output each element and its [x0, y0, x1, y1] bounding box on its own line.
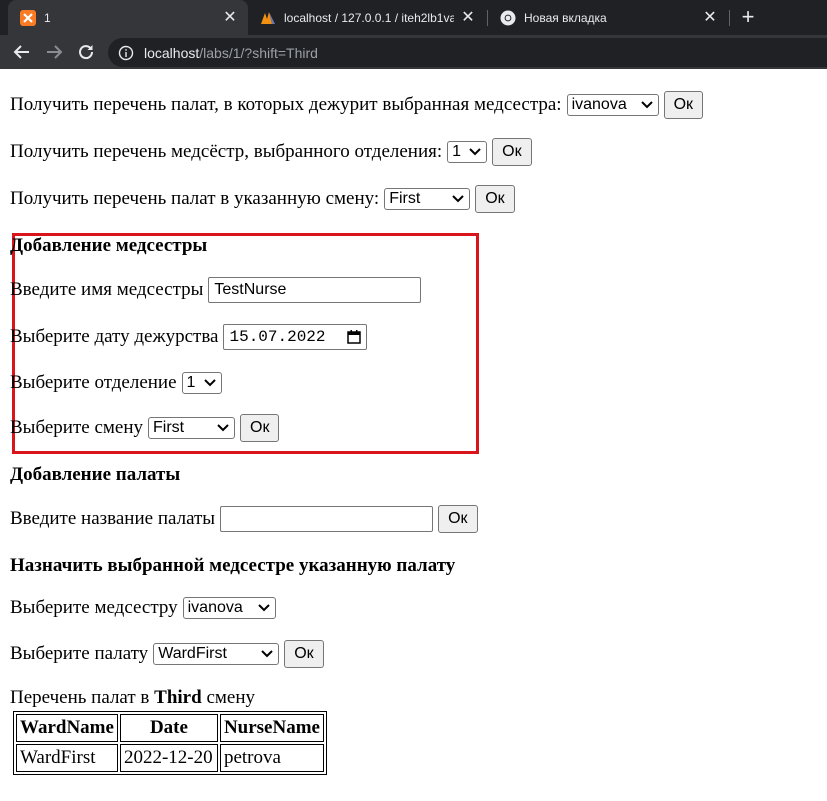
assign-ward-select[interactable]: WardFirst [153, 643, 280, 665]
column-header: NurseName [219, 714, 324, 742]
result-caption-prefix: Перечень палат в [10, 687, 150, 708]
shift-select-value: First [389, 190, 421, 207]
back-button[interactable] [10, 40, 34, 64]
ward-name-label: Введите название палаты [10, 508, 216, 529]
tab-title: Новая вкладка [524, 10, 607, 25]
chevron-down-icon [640, 101, 653, 109]
result-caption-suffix: смену [206, 687, 255, 708]
wards-by-shift-label: Получить перечень палат в указанную смен… [10, 188, 380, 209]
url-text: localhost/labs/1/?shift=Third [144, 45, 318, 61]
assign-ward-label: Выберите палату [10, 643, 149, 664]
chevron-down-icon [257, 604, 270, 612]
nurse-name-row: Введите имя медсестры TestNurse [10, 276, 422, 304]
phpmyadmin-icon [261, 11, 275, 24]
table-header-row: WardName Date NurseName [16, 714, 324, 742]
wards-by-nurse-ok-button[interactable]: Ок [663, 91, 704, 119]
tab-1[interactable]: 1 ✕ [8, 0, 248, 35]
tab-title: 1 [44, 10, 51, 25]
tab-strip: 1 ✕ localhost / 127.0.0.1 / iteh2lb1vari… [0, 0, 827, 35]
column-header: WardName [16, 714, 118, 742]
toolbar: localhost/labs/1/?shift=Third [0, 35, 827, 69]
nurse-name-input[interactable]: TestNurse [208, 277, 422, 303]
table-row: WardFirst 2022-12-20 petrova [16, 744, 324, 772]
result-caption-shift: Third [154, 687, 202, 708]
add-nurse-shift-label: Выберите смену [10, 417, 143, 438]
department-label: Выберите отделение [10, 372, 177, 393]
add-nurse-shift-select[interactable]: First [148, 417, 235, 439]
tab-title: localhost / 127.0.0.1 / iteh2lb1vari [284, 10, 454, 25]
back-arrow-icon [13, 45, 29, 59]
tab-new-tab[interactable]: Новая вкладка ✕ [488, 0, 728, 35]
department-select-value: 1 [452, 143, 462, 160]
chevron-down-icon [203, 379, 216, 387]
reload-icon [79, 45, 94, 60]
tab-phpmyadmin[interactable]: localhost / 127.0.0.1 / iteh2lb1vari ✕ [248, 0, 486, 35]
assign-ok-button[interactable]: Ок [284, 640, 324, 668]
close-tab-icon[interactable]: ✕ [222, 9, 238, 26]
xampp-icon [20, 9, 36, 26]
new-tab-icon[interactable]: + [736, 6, 760, 30]
ward-name-row: Введите название палаты Ок [10, 505, 478, 533]
assign-ward-value: WardFirst [158, 645, 227, 662]
add-nurse-shift-value: First [153, 419, 185, 436]
assign-nurse-value: ivanova [187, 599, 243, 616]
table-cell: petrova [219, 744, 324, 772]
address-bar[interactable]: localhost/labs/1/?shift=Third [108, 38, 827, 67]
assign-nurse-label: Выберите медсестру [10, 597, 178, 618]
url-path: /labs/1/?shift=Third [199, 44, 318, 61]
assign-ward-row: Выберите палату WardFirst Ок [10, 640, 324, 668]
add-nurse-heading: Добавление медсестры [10, 235, 208, 256]
chevron-down-icon [452, 195, 464, 203]
duty-date-value: 15.07.2022 [229, 328, 326, 346]
close-tab-icon[interactable]: ✕ [702, 9, 718, 26]
add-nurse-department-select[interactable]: 1 [181, 372, 222, 394]
nurse-select-value: ivanova [571, 96, 627, 113]
add-nurse-shift-row: Выберите смену First Ок [10, 414, 280, 442]
department-select[interactable]: 1 [447, 141, 488, 163]
chevron-down-icon [469, 148, 481, 156]
assign-nurse-row: Выберите медсестру ivanova [10, 594, 281, 622]
result-caption: Перечень палат в Third смену [10, 686, 255, 710]
duty-date-input[interactable]: 15.07.2022 [223, 324, 368, 350]
duty-date-label: Выберите дату дежурства [10, 326, 219, 347]
nurses-by-department-form: Получить перечень медсёстр, выбранного о… [10, 138, 532, 166]
table-cell: WardFirst [16, 744, 118, 772]
nurses-by-department-label: Получить перечень медсёстр, выбранного о… [10, 141, 443, 162]
ward-name-input[interactable] [220, 506, 434, 532]
chrome-icon [500, 10, 516, 25]
site-info-icon[interactable] [118, 45, 134, 61]
chevron-down-icon [261, 650, 273, 658]
browser-chrome: 1 ✕ localhost / 127.0.0.1 / iteh2lb1vari… [0, 0, 827, 69]
add-nurse-ok-button[interactable]: Ок [240, 414, 280, 442]
table-cell: 2022-12-20 [119, 744, 218, 772]
tab-separator [729, 10, 730, 26]
wards-by-nurse-form: Получить перечень палат, в которых дежур… [10, 91, 704, 119]
url-host: localhost [144, 44, 200, 61]
calendar-icon[interactable] [347, 330, 362, 344]
wards-by-shift-form: Получить перечень палат в указанную смен… [10, 185, 515, 213]
shift-select[interactable]: First [384, 188, 471, 210]
assign-nurse-select[interactable]: ivanova [182, 597, 276, 619]
chevron-down-icon [217, 424, 229, 432]
column-header: Date [119, 714, 218, 742]
reload-button[interactable] [74, 40, 98, 64]
nurse-select[interactable]: ivanova [566, 94, 659, 116]
result-table: WardName Date NurseName WardFirst 2022-1… [13, 711, 327, 775]
add-ward-heading: Добавление палаты [10, 464, 181, 485]
duty-date-row: Выберите дату дежурства 15.07.2022 [10, 323, 368, 351]
add-nurse-department-value: 1 [186, 374, 196, 391]
add-ward-ok-button[interactable]: Ок [438, 505, 478, 533]
wards-by-nurse-label: Получить перечень палат, в которых дежур… [10, 94, 562, 115]
nurse-name-label: Введите имя медсестры [10, 279, 204, 300]
forward-arrow-icon [47, 45, 63, 59]
wards-by-shift-ok-button[interactable]: Ок [475, 185, 515, 213]
nurses-by-department-ok-button[interactable]: Ок [492, 138, 532, 166]
department-row: Выберите отделение 1 [10, 369, 227, 397]
assign-heading: Назначить выбранной медсестре указанную … [10, 555, 456, 576]
close-tab-icon[interactable]: ✕ [460, 9, 476, 26]
forward-button[interactable] [42, 40, 66, 64]
